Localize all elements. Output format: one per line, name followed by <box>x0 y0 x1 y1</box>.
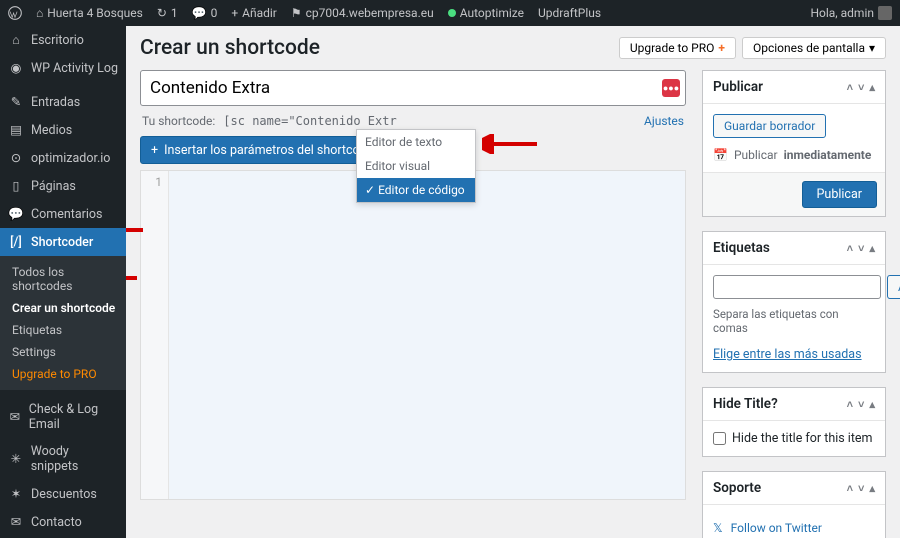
autoptimize[interactable]: Autoptimize <box>448 6 524 20</box>
shortcode-label: Tu shortcode: <box>142 114 215 128</box>
box-up-icon[interactable]: ˄ <box>847 482 853 495</box>
menu-descuentos[interactable]: ✶Descuentos <box>0 480 126 508</box>
box-down-icon[interactable]: ˅ <box>858 482 864 495</box>
submenu-shortcoder: Todos los shortcodes Crear un shortcode … <box>0 256 126 390</box>
shortcode-code: [sc name="Contenido Extr <box>223 114 396 128</box>
page-icon: ▯ <box>8 178 24 194</box>
box-down-icon[interactable]: ˅ <box>858 398 864 411</box>
avatar-icon <box>878 6 892 20</box>
menu-shortcoder[interactable]: [/]Shortcoder <box>0 228 126 256</box>
menu-contacto[interactable]: ✉Contacto <box>0 508 126 536</box>
snippet-icon: ✳ <box>8 451 24 467</box>
support-box: Soporte˄˅▴ 𝕏Follow on Twitter fFollow on… <box>702 471 886 538</box>
comments-count[interactable]: 💬 0 <box>192 6 218 20</box>
mail-icon: ✉ <box>8 409 22 425</box>
ajustes-link[interactable]: Ajustes <box>644 114 684 128</box>
publish-box: Publicar˄˅▴ Guardar borrador 📅Publicar i… <box>702 70 886 217</box>
hide-title-box: Hide Title? ˄ ˅ ▴ Hide the title for this i… <box>702 387 886 457</box>
publish-heading: Publicar <box>713 79 763 95</box>
menu-comentarios[interactable]: 💬Comentarios <box>0 200 126 228</box>
shortcode-title-input[interactable] <box>140 70 686 106</box>
page-title: Crear un shortcode <box>140 36 320 60</box>
sub-settings[interactable]: Settings <box>0 341 126 363</box>
discount-icon: ✶ <box>8 486 24 502</box>
upgrade-pro-button[interactable]: Upgrade to PRO + <box>619 37 736 59</box>
sub-all-shortcodes[interactable]: Todos los shortcodes <box>0 261 126 297</box>
annotation-arrow-create <box>126 268 140 288</box>
box-toggle-icon[interactable]: ▴ <box>869 398 875 411</box>
dashboard-icon: ⌂ <box>8 32 24 48</box>
box-up-icon[interactable]: ˄ <box>847 81 853 94</box>
add-new[interactable]: + Añadir <box>231 6 277 20</box>
pin-icon: ✎ <box>8 94 24 110</box>
box-toggle-icon[interactable]: ▴ <box>869 242 875 255</box>
editor-type-dropdown: Editor de texto Editor visual ✓Editor de… <box>356 129 476 203</box>
tags-hint: Separa las etiquetas con comas <box>713 307 875 335</box>
box-toggle-icon[interactable]: ▴ <box>869 482 875 495</box>
menu-optimizador[interactable]: ⊙optimizador.io <box>0 144 126 172</box>
box-up-icon[interactable]: ˄ <box>847 398 853 411</box>
sub-etiquetas[interactable]: Etiquetas <box>0 319 126 341</box>
option-text-editor[interactable]: Editor de texto <box>357 130 475 154</box>
choose-popular-tags-link[interactable]: Elige entre las más usadas <box>713 347 862 362</box>
menu-paginas[interactable]: ▯Páginas <box>0 172 126 200</box>
tags-box: Etiquetas˄˅▴ Añadir Separa las etiquetas… <box>702 231 886 373</box>
sub-create-shortcode[interactable]: Crear un shortcode <box>0 297 126 319</box>
domain[interactable]: ⚑ cp7004.webempresa.eu <box>291 6 434 20</box>
main-content: Crear un shortcode Upgrade to PRO + Opci… <box>126 26 900 538</box>
annotation-arrow-shortcoder <box>126 220 146 240</box>
menu-medios[interactable]: ▤Medios <box>0 116 126 144</box>
admin-bar: ⌂ Huerta 4 Bosques ↻ 1 💬 0 + Añadir ⚑ cp… <box>0 0 900 26</box>
site-name[interactable]: ⌂ Huerta 4 Bosques <box>36 6 143 20</box>
save-draft-button[interactable]: Guardar borrador <box>713 114 826 138</box>
comment-icon: 💬 <box>8 206 24 222</box>
box-down-icon[interactable]: ˅ <box>858 81 864 94</box>
screen-options-button[interactable]: Opciones de pantalla ▾ <box>742 37 886 59</box>
box-down-icon[interactable]: ˅ <box>858 242 864 255</box>
add-tag-button[interactable]: Añadir <box>887 275 900 299</box>
media-icon: ▤ <box>8 122 24 138</box>
menu-woody[interactable]: ✳Woody snippets <box>0 438 126 480</box>
annotation-arrow-dropdown <box>482 134 542 154</box>
greeting[interactable]: Hola, admin <box>810 6 892 20</box>
title-badge-icon: ●●● <box>662 79 680 97</box>
support-heading: Soporte <box>713 480 761 496</box>
hide-title-heading: Hide Title? <box>713 396 778 412</box>
option-visual-editor[interactable]: Editor visual <box>357 154 475 178</box>
admin-sidebar: ⌂Escritorio ◉WP Activity Log ✎Entradas ▤… <box>0 26 126 538</box>
menu-check-email[interactable]: ✉Check & Log Email <box>0 396 126 438</box>
calendar-icon: 📅 <box>713 148 728 162</box>
code-icon: [/] <box>8 234 24 250</box>
code-body[interactable] <box>169 171 685 499</box>
updraft[interactable]: UpdraftPlus <box>538 6 601 20</box>
twitter-icon: 𝕏 <box>713 521 723 535</box>
menu-entradas[interactable]: ✎Entradas <box>0 88 126 116</box>
sub-upgrade[interactable]: Upgrade to PRO <box>0 363 126 385</box>
hide-title-label[interactable]: Hide the title for this item <box>713 431 875 446</box>
updates[interactable]: ↻ 1 <box>157 6 178 20</box>
tags-heading: Etiquetas <box>713 240 770 256</box>
twitter-link[interactable]: 𝕏Follow on Twitter <box>713 515 875 538</box>
wp-logo[interactable] <box>8 6 22 20</box>
publish-button[interactable]: Publicar <box>802 181 877 208</box>
code-editor[interactable]: 1 <box>140 170 686 500</box>
log-icon: ◉ <box>8 60 24 76</box>
plus-icon: + <box>151 143 158 158</box>
menu-activity-log[interactable]: ◉WP Activity Log <box>0 54 126 82</box>
box-up-icon[interactable]: ˄ <box>847 242 853 255</box>
tag-input[interactable] <box>713 275 881 299</box>
option-code-editor[interactable]: ✓Editor de código <box>357 178 475 202</box>
hide-title-checkbox[interactable] <box>713 432 726 445</box>
contact-icon: ✉ <box>8 514 24 530</box>
plus-icon: + <box>718 41 725 55</box>
check-icon: ✓ <box>365 183 375 197</box>
gear-icon: ⊙ <box>8 150 24 166</box>
menu-escritorio[interactable]: ⌂Escritorio <box>0 26 126 54</box>
box-toggle-icon[interactable]: ▴ <box>869 81 875 94</box>
